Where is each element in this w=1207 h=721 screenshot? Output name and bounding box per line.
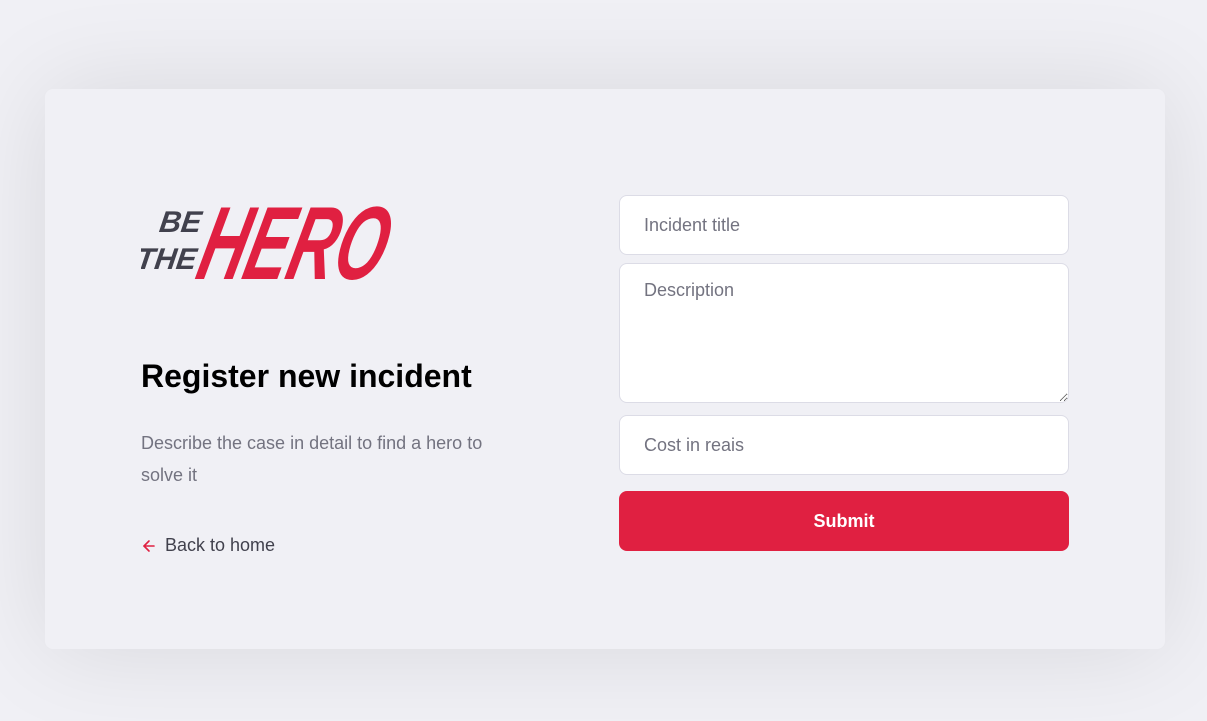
back-to-home-label: Back to home	[165, 535, 276, 556]
page-title: Register new incident	[141, 358, 472, 394]
logo-text-the: THE	[141, 243, 200, 276]
arrow-left-icon	[141, 538, 157, 554]
info-section: BE THE HERO Register new incident Descri…	[141, 185, 521, 559]
page-description: Describe the case in detail to find a he…	[141, 433, 483, 486]
back-to-home-link[interactable]: Back to home	[141, 535, 275, 556]
page: BE THE HERO Register new incident Descri…	[0, 0, 1207, 721]
description-textarea[interactable]	[619, 263, 1069, 403]
register-incident-card: BE THE HERO Register new incident Descri…	[45, 89, 1165, 649]
incident-title-input[interactable]	[619, 195, 1069, 255]
submit-button[interactable]: Submit	[619, 491, 1069, 551]
logo-text-be: BE	[157, 206, 204, 239]
incident-form: Submit	[619, 195, 1069, 551]
logo-text-hero: HERO	[188, 185, 393, 293]
cost-input[interactable]	[619, 415, 1069, 475]
be-the-hero-logo: BE THE HERO	[141, 185, 393, 293]
